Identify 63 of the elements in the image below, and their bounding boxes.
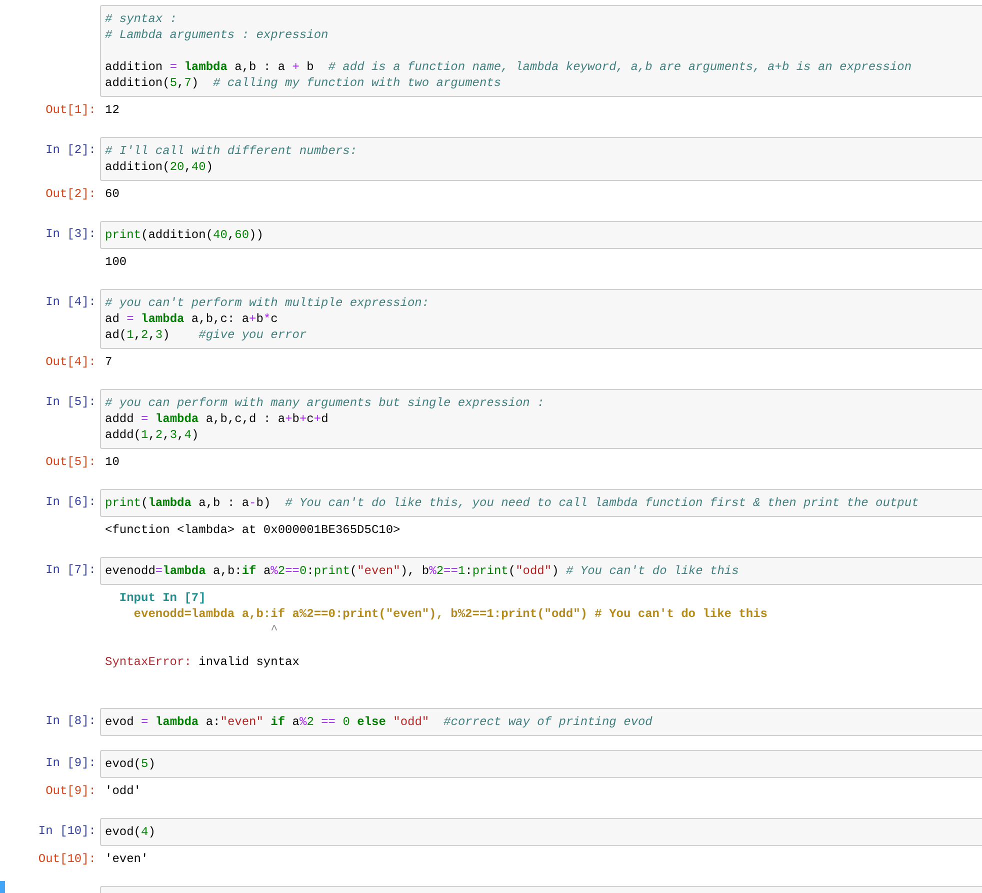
error-text: ^ [270, 622, 279, 638]
code-cell[interactable]: print(addition(40,60)) [100, 221, 982, 249]
output-prompt: Out[1]: [44, 102, 97, 118]
code-line: addition(5,7) # calling my function with two arguments [105, 75, 502, 91]
notebook-cell[interactable]: In [8]: evod = lambda a:"even" if a%2 == 0 else "odd" #correct way of printing evod [0, 703, 982, 741]
code-cell[interactable]: evod = lambda a:"even" if a%2 == 0 else "odd" #correct way of printing evod [100, 708, 982, 736]
code-line: evod = lambda a:"even" if a%2 == 0 else "odd" #correct way of printing evod [105, 714, 654, 730]
code-cell[interactable]: print(lambda a,b : a-b) # You can't do like this, you need to call lambda function first & then print the output [100, 489, 982, 517]
code-line: print(addition(40,60)) [105, 227, 264, 243]
output-prompt: Out[9]: [44, 783, 97, 799]
code-cell[interactable]: # you can't perform with multiple expression: ad = lambda a,b,c: a+b*c ad(1,2,3) #give you error [100, 289, 982, 349]
code-line: addd(1,2,3,4) [105, 427, 200, 443]
code-line: evod(4) [105, 824, 156, 840]
output-text: 7 [105, 354, 114, 370]
input-prompt: In [3]: [44, 226, 97, 242]
code-cell[interactable]: evod(5) [100, 750, 982, 778]
code-line: # you can't perform with multiple expression: [105, 295, 430, 311]
input-prompt: In [7]: [44, 562, 97, 578]
code-line: addition(20,40) [105, 159, 214, 175]
code-line: ad = lambda a,b,c: a+b*c [105, 311, 279, 327]
notebook-cell[interactable]: In [3]: print(addition(40,60)) 100 [0, 216, 982, 280]
input-prompt: In [9]: [44, 755, 97, 771]
output-text: 100 [105, 254, 128, 270]
code-line: ad(1,2,3) #give you error [105, 327, 308, 343]
output-text: 'odd' [105, 783, 142, 799]
output-prompt: Out[10]: [37, 851, 97, 867]
error-text: Input In [7] [118, 590, 207, 606]
output-text: 12 [105, 102, 120, 118]
code-line: # Lambda arguments : expression [105, 27, 330, 43]
output-prompt: Out[2]: [44, 186, 97, 202]
output-prompt: Out[5]: [44, 454, 97, 470]
code-line: addd = lambda a,b,c,d : a+b+c+d [105, 411, 330, 427]
input-prompt: In [2]: [44, 142, 97, 158]
code-cell[interactable]: evod(4) [100, 818, 982, 846]
output-text: 60 [105, 186, 120, 202]
notebook-cell[interactable]: In [10]: evod(4) Out[10]: 'even' [0, 813, 982, 877]
code-line: # you can perform with many arguments but single expression : [105, 395, 546, 411]
code-line: print(lambda a,b : a-b) # You can't do like this, you need to call lambda function first & then print the output [105, 495, 920, 511]
code-line: evod(5) [105, 756, 156, 772]
input-prompt: In [10]: [37, 823, 97, 839]
code-line: evenodd=lambda a,b:if a%2==0:print("even"), b%2==1:print("odd") # You can't do like this [105, 563, 740, 579]
notebook-cell[interactable]: In [9]: evod(5) Out[9]: 'odd' [0, 745, 982, 809]
notebook-cell[interactable]: In [5]: # you can perform with many arguments but single expression : addd = lambda a,b,c,d : a+b+c+d addd(1,2,3,4) Out[5]: 10 [0, 384, 982, 480]
error-text: evenodd=lambda a,b:if a%2==0:print("even"), b%2==1:print("odd") # You can't do like this [132, 606, 769, 622]
input-prompt: In [4]: [44, 294, 97, 310]
error-text: SyntaxError: invalid syntax [105, 654, 300, 670]
input-prompt: In [6]: [44, 494, 97, 510]
code-cell[interactable]: # you can perform with many arguments but single expression : addd = lambda a,b,c,d : a+b+c+d addd(1,2,3,4) [100, 389, 982, 449]
code-cell[interactable] [100, 5, 982, 97]
code-line: # syntax : [105, 11, 178, 27]
code-cell[interactable]: # I'll call with different numbers: addition(20,40) [100, 137, 982, 181]
notebook-cell[interactable]: In [6]: print(lambda a,b : a-b) # You can't do like this, you need to call lambda function first & then print the output <function <lambda> at 0x000001BE365D5C10> [0, 484, 982, 548]
code-cell[interactable]: evenodd=lambda a,b:if a%2==0:print("even"), b%2==1:print("odd") # You can't do like this [100, 557, 982, 585]
input-prompt: In [5]: [44, 394, 97, 410]
output-prompt: Out[4]: [44, 354, 97, 370]
notebook-cell[interactable]: In [2]: # I'll call with different numbers: addition(20,40) Out[2]: 60 [0, 132, 982, 212]
code-line: addition = lambda a,b : a + b # add is a function name, lambda keyword, a,b are arguments, a+b is an expression [105, 59, 913, 75]
input-prompt: In [8]: [44, 713, 97, 729]
output-text: 10 [105, 454, 120, 470]
code-line: # I'll call with different numbers: [105, 143, 358, 159]
notebook-cell[interactable]: In [4]: # you can't perform with multiple expression: ad = lambda a,b,c: a+b*c ad(1,2,3) #give you error Out[4]: 7 [0, 284, 982, 380]
output-text: 'even' [105, 851, 150, 867]
output-text: <function <lambda> at 0x000001BE365D5C10> [105, 522, 402, 538]
